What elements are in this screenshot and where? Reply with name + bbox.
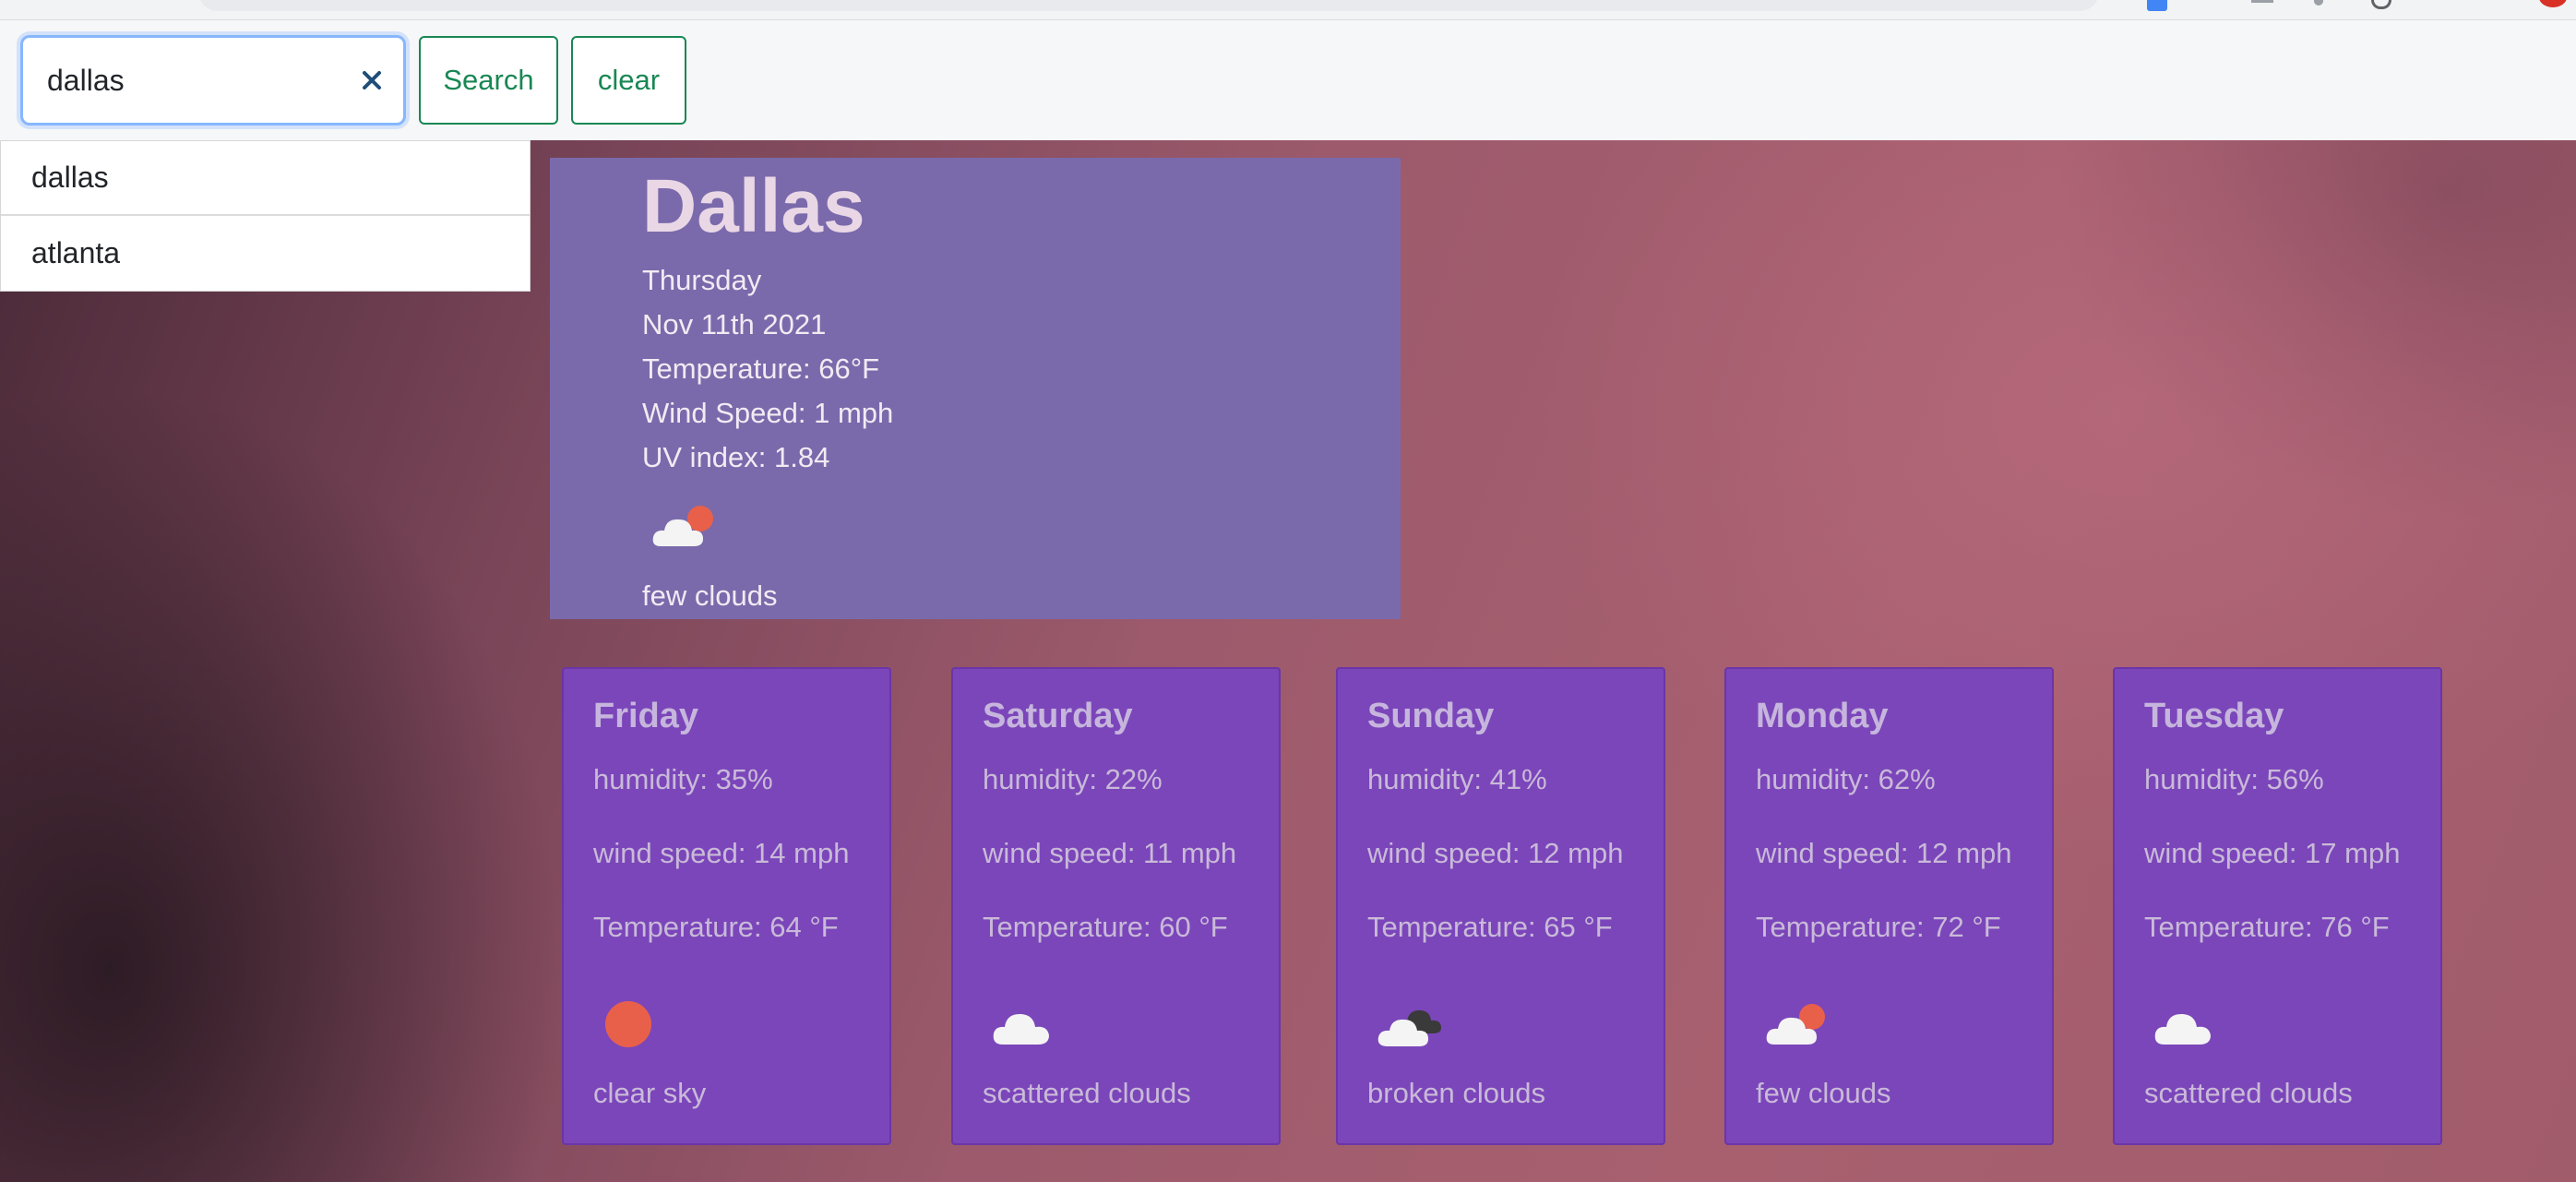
forecast-temperature: Temperature: 65 °F bbox=[1367, 911, 1613, 943]
clear-button[interactable]: clear bbox=[571, 36, 686, 125]
forecast-day: Sunday bbox=[1367, 697, 1495, 735]
forecast-card: Saturday humidity: 22% wind speed: 11 mp… bbox=[951, 667, 1281, 1145]
forecast-description: scattered clouds bbox=[2144, 1077, 2353, 1109]
forecast-humidity: humidity: 41% bbox=[1367, 763, 1547, 795]
cloud-icon bbox=[2152, 997, 2222, 1050]
forecast-day: Friday bbox=[593, 697, 699, 735]
forecast-temperature: Temperature: 60 °F bbox=[983, 911, 1228, 943]
forecast-temperature: Temperature: 76 °F bbox=[2144, 911, 2390, 943]
forecast-description: scattered clouds bbox=[983, 1077, 1191, 1109]
extensions-icon[interactable] bbox=[2314, 0, 2323, 6]
forecast-description: few clouds bbox=[1756, 1077, 1891, 1109]
forecast-day: Tuesday bbox=[2144, 697, 2284, 735]
forecast-humidity: humidity: 62% bbox=[1756, 763, 1936, 795]
forecast-wind-speed: wind speed: 17 mph bbox=[2144, 837, 2401, 869]
reading-list-icon[interactable] bbox=[2251, 0, 2273, 3]
forecast-temperature: Temperature: 72 °F bbox=[1756, 911, 2001, 943]
forecast-wind-speed: wind speed: 12 mph bbox=[1756, 837, 2012, 869]
current-temperature: Temperature: 66°F bbox=[642, 352, 880, 385]
forecast-day: Saturday bbox=[983, 697, 1133, 735]
forecast-wind-speed: wind speed: 11 mph bbox=[983, 837, 1237, 869]
address-bar[interactable] bbox=[198, 0, 2099, 11]
forecast-day: Monday bbox=[1756, 697, 1889, 735]
browser-toolbar bbox=[0, 0, 2576, 20]
forecast-humidity: humidity: 22% bbox=[983, 763, 1163, 795]
search-input[interactable] bbox=[47, 38, 342, 123]
forecast-card: Sunday humidity: 41% wind speed: 12 mph … bbox=[1336, 667, 1665, 1145]
suggestion-item[interactable]: atlanta bbox=[1, 216, 530, 291]
current-description: few clouds bbox=[642, 579, 778, 612]
extension-icon[interactable] bbox=[2147, 0, 2167, 11]
current-wind-speed: Wind Speed: 1 mph bbox=[642, 397, 894, 429]
current-weather-card: Dallas Thursday Nov 11th 2021 Temperatur… bbox=[550, 158, 1401, 619]
search-field[interactable] bbox=[20, 35, 406, 125]
broken-clouds-icon bbox=[1375, 997, 1445, 1050]
forecast-temperature: Temperature: 64 °F bbox=[593, 911, 839, 943]
forecast-wind-speed: wind speed: 12 mph bbox=[1367, 837, 1624, 869]
autocomplete-dropdown: dallas atlanta bbox=[0, 140, 531, 292]
forecast-card: Friday humidity: 35% wind speed: 14 mph … bbox=[562, 667, 891, 1145]
forecast-card: Monday humidity: 62% wind speed: 12 mph … bbox=[1724, 667, 2054, 1145]
sun-icon bbox=[601, 997, 671, 1050]
current-day: Thursday bbox=[642, 264, 762, 296]
forecast-humidity: humidity: 56% bbox=[2144, 763, 2324, 795]
suggestion-item[interactable]: dallas bbox=[1, 141, 530, 216]
current-date: Nov 11th 2021 bbox=[642, 308, 827, 340]
clear-input-icon[interactable] bbox=[353, 62, 390, 99]
forecast-wind-speed: wind speed: 14 mph bbox=[593, 837, 850, 869]
forecast-card: Tuesday humidity: 56% wind speed: 17 mph… bbox=[2113, 667, 2442, 1145]
search-button[interactable]: Search bbox=[419, 36, 558, 125]
current-uv-index: UV index: 1.84 bbox=[642, 441, 830, 473]
search-bar: Search clear bbox=[0, 20, 2576, 140]
few-clouds-icon bbox=[650, 500, 720, 554]
forecast-humidity: humidity: 35% bbox=[593, 763, 773, 795]
forecast-description: clear sky bbox=[593, 1077, 707, 1109]
forecast-description: broken clouds bbox=[1367, 1077, 1546, 1109]
cloud-icon bbox=[990, 997, 1060, 1050]
city-name: Dallas bbox=[642, 164, 865, 248]
account-avatar[interactable] bbox=[2539, 0, 2567, 7]
profile-icon[interactable] bbox=[2371, 0, 2391, 9]
few-clouds-icon bbox=[1763, 997, 1833, 1050]
